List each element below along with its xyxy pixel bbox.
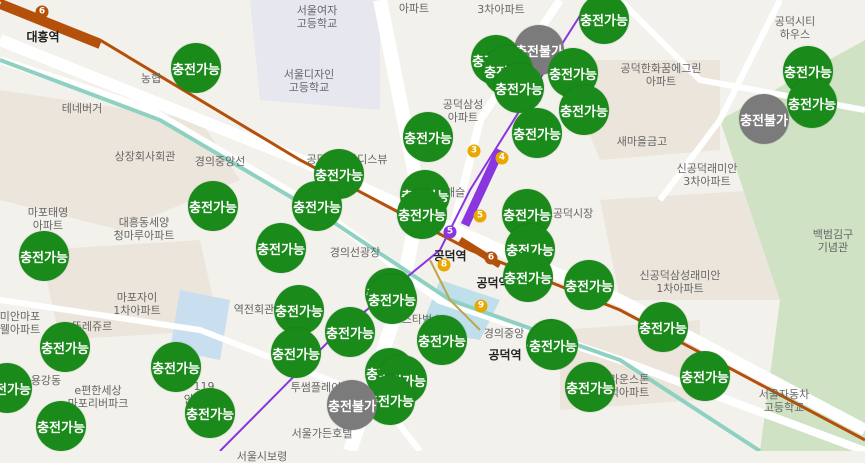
place-label: 공덕한화꿈에그린 아파트 bbox=[620, 62, 702, 88]
charger-available-marker[interactable]: 충전가능 bbox=[512, 108, 562, 158]
charger-available-marker[interactable]: 충전가능 bbox=[564, 260, 614, 310]
place-label: 서울가든호텔 bbox=[291, 427, 353, 440]
charger-available-marker[interactable]: 충전가능 bbox=[292, 181, 342, 231]
place-label: 서울디자인 고등학교 bbox=[283, 68, 335, 94]
place-label: 마포태영 아파트 bbox=[27, 206, 69, 232]
place-label: 용강동 bbox=[30, 374, 62, 387]
place-label: 서울자동차 고등학교 bbox=[758, 388, 810, 414]
station-label[interactable]: 공덕역 bbox=[488, 346, 521, 363]
place-label: 마포자이 1차아파트 bbox=[113, 291, 161, 317]
charger-available-marker[interactable]: 충전가능 bbox=[185, 388, 235, 438]
charger-available-marker[interactable]: 충전가능 bbox=[188, 181, 238, 231]
place-label: 경의선광장 bbox=[329, 246, 381, 259]
subway-line-badge: 5 bbox=[473, 209, 487, 223]
charger-available-marker[interactable]: 충전가능 bbox=[256, 223, 306, 273]
subway-line-badge: 8 bbox=[437, 258, 451, 272]
charger-available-marker[interactable]: 충전가능 bbox=[171, 43, 221, 93]
charger-available-marker[interactable]: 충전가능 bbox=[36, 401, 86, 451]
place-label: 3차아파트 bbox=[477, 3, 525, 16]
charger-unavailable-marker[interactable]: 충전불가 bbox=[739, 94, 789, 144]
place-label: 신공덕래미안 3차아파트 bbox=[676, 162, 738, 188]
charger-available-marker[interactable]: 충전가능 bbox=[528, 320, 578, 370]
place-label: 신공덕삼성래미안 1차아파트 bbox=[639, 269, 721, 295]
subway-line-badge: 6 bbox=[484, 251, 498, 265]
charger-available-marker[interactable]: 충전가능 bbox=[151, 342, 201, 392]
place-label: 대흥동세양 청마루아파트 bbox=[113, 216, 175, 242]
charger-available-marker[interactable]: 충전가능 bbox=[367, 274, 417, 324]
charger-available-marker[interactable]: 충전가능 bbox=[680, 351, 730, 401]
place-label: 공덕시티 하우스 bbox=[774, 15, 816, 41]
subway-line-badge: 3 bbox=[467, 144, 481, 158]
charger-available-marker[interactable]: 충전가능 bbox=[325, 307, 375, 357]
charger-available-marker[interactable]: 충전가능 bbox=[787, 78, 837, 128]
subway-line-badge: 5 bbox=[443, 225, 457, 239]
charger-available-marker[interactable]: 충전가능 bbox=[19, 231, 69, 281]
charger-available-marker[interactable]: 충전가능 bbox=[397, 189, 447, 239]
place-label: 농협 bbox=[140, 72, 162, 85]
place-label: 역전회관 bbox=[233, 303, 275, 316]
place-label: 공덕삼성 아파트 bbox=[442, 98, 484, 124]
map-canvas[interactable]: 서울여자 고등학교 아파트 3차아파트공덕시티 하우스농협 서울디자인 고등학교 공덕한… bbox=[0, 0, 865, 463]
station-label[interactable]: 대흥역 bbox=[26, 28, 59, 45]
charger-available-marker[interactable]: 충전가능 bbox=[503, 252, 553, 302]
charger-unavailable-marker[interactable]: 충전불가 bbox=[327, 380, 377, 430]
charger-available-marker[interactable]: 충전가능 bbox=[494, 63, 544, 113]
charger-available-marker[interactable]: 충전가능 bbox=[417, 315, 467, 365]
place-label: 새마을금고 bbox=[616, 135, 668, 148]
place-label: 테네버거 bbox=[61, 102, 103, 115]
subway-line-badge: 9 bbox=[474, 299, 488, 313]
subway-line-badge: 6 bbox=[35, 5, 49, 19]
charger-available-marker[interactable]: 충전가능 bbox=[638, 302, 688, 352]
place-label: 경의중앙 bbox=[483, 327, 525, 340]
charger-available-marker[interactable]: 충전가능 bbox=[271, 328, 321, 378]
subway-line-badge: 4 bbox=[495, 151, 509, 165]
place-label: 백범김구 기념관 bbox=[812, 228, 854, 254]
charger-available-marker[interactable]: 충전가능 bbox=[565, 362, 615, 412]
charger-available-marker[interactable]: 충전가능 bbox=[559, 85, 609, 135]
place-label: 미안마포 웰아파트 bbox=[0, 310, 41, 336]
charger-available-marker[interactable]: 충전가능 bbox=[403, 112, 453, 162]
charger-available-marker[interactable]: 충전가능 bbox=[40, 322, 90, 372]
place-label: 서울여자 고등학교 bbox=[296, 4, 338, 30]
place-label: 상장회사회관 bbox=[114, 150, 176, 163]
place-label: 경의중앙선 bbox=[194, 155, 246, 168]
place-label: 아파트 bbox=[398, 2, 430, 15]
place-label: 서울시보령 bbox=[236, 450, 288, 463]
